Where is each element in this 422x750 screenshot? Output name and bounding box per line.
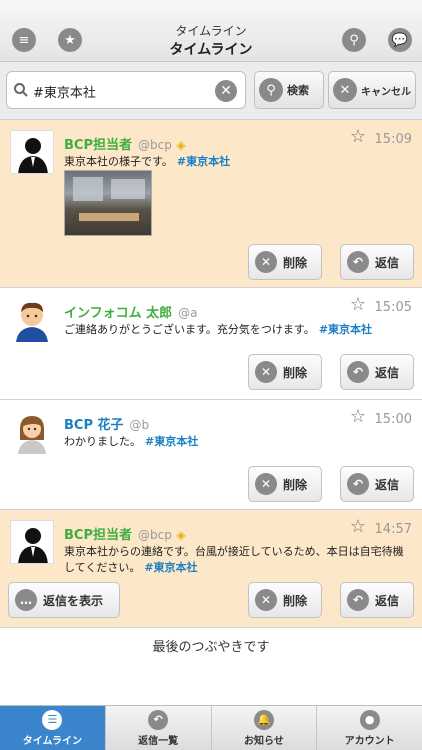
speech-bubble-icon: … (15, 589, 37, 611)
post-author[interactable]: BCP担当者 @bcp ◈ (64, 134, 186, 153)
post-photo[interactable] (64, 170, 152, 236)
reply-label: 返信 (375, 593, 400, 608)
post-time: 15:09 (374, 132, 412, 147)
favorite-star-icon[interactable]: ☆ (350, 516, 366, 537)
timeline-post: インフォコム 太郎 @a ☆ 15:05 ご連絡ありがとうございます。充分気をつけ… (0, 288, 422, 400)
reply-icon: ↶ (148, 709, 169, 730)
delete-label: 削除 (283, 477, 308, 492)
shield-icon: ◈ (176, 528, 186, 542)
post-author[interactable]: BCP担当者 @bcp ◈ (64, 524, 186, 543)
reply-icon: ↶ (347, 251, 369, 273)
post-hashtag[interactable]: #東京本社 (177, 155, 230, 168)
delete-label: 削除 (283, 255, 308, 270)
chat-icon[interactable]: 💬 (388, 28, 412, 52)
timeline-post: BCP 花子 @b ☆ 15:00 わかりました。 #東京本社 ✕ 削除 ↶ 返信 (0, 400, 422, 510)
post-body: 東京本社の様子です。 #東京本社 (64, 154, 414, 170)
favorite-star-icon[interactable]: ☆ (350, 294, 366, 315)
clear-search-icon[interactable]: ✕ (215, 80, 237, 102)
post-body: わかりました。 #東京本社 (64, 434, 414, 450)
end-of-timeline-note: 最後のつぶやきです (152, 640, 270, 655)
delete-icon: ✕ (255, 589, 277, 611)
post-author[interactable]: インフォコム 太郎 @a (64, 302, 198, 321)
search-icon: ⚲ (259, 78, 283, 102)
tab-timeline[interactable]: ☰ タイムライン (0, 706, 106, 750)
timeline-post: BCP担当者 @bcp ◈ ☆ 15:09 東京本社の様子です。 #東京本社 ✕ 削除… (0, 120, 422, 288)
cancel-button-label: キャンセル (361, 86, 411, 98)
avatar (10, 130, 54, 174)
reply-label: 返信 (375, 477, 400, 492)
bell-icon: 🔔 (253, 709, 274, 730)
post-body: ご連絡ありがとうございます。充分気をつけます。 #東京本社 (64, 322, 414, 338)
reply-button[interactable]: ↶ 返信 (340, 582, 414, 618)
author-name: BCP担当者 (64, 138, 132, 153)
close-icon: ✕ (333, 78, 357, 102)
search-icon[interactable]: ⚲ (342, 28, 366, 52)
search-button-label: 検索 (287, 84, 309, 97)
author-name: インフォコム 太郎 (64, 306, 173, 321)
post-hashtag[interactable]: #東京本社 (319, 323, 372, 336)
post-time: 14:57 (374, 522, 412, 537)
post-text: ご連絡ありがとうございます。充分気をつけます。 (64, 323, 315, 336)
delete-label: 削除 (283, 365, 308, 380)
author-handle: @b (129, 418, 150, 432)
magnifier-icon (14, 83, 28, 97)
delete-button[interactable]: ✕ 削除 (248, 582, 322, 618)
reply-label: 返信 (375, 255, 400, 270)
author-handle: @a (178, 306, 198, 320)
post-body: 東京本社からの連絡です。台風が接近しているため、本日は自宅待機してください。 #東… (64, 544, 414, 576)
reply-icon: ↶ (347, 589, 369, 611)
reply-icon: ↶ (347, 361, 369, 383)
avatar (10, 298, 54, 342)
search-value: #東京本社 (33, 86, 96, 101)
post-time: 15:00 (374, 412, 412, 427)
author-handle: @bcp (137, 138, 172, 152)
tab-notifications[interactable]: 🔔 お知らせ (212, 706, 318, 750)
tab-label: タイムライン (22, 735, 83, 747)
post-text: わかりました。 (64, 435, 141, 448)
tab-label: アカウント (344, 735, 395, 747)
favorite-star-icon[interactable]: ☆ (350, 406, 366, 427)
author-name: BCP 花子 (64, 418, 124, 433)
post-author[interactable]: BCP 花子 @b (64, 414, 149, 433)
show-replies-label: 返信を表示 (43, 593, 104, 608)
delete-label: 削除 (283, 593, 308, 608)
cancel-button[interactable]: ✕ キャンセル (328, 71, 416, 109)
delete-button[interactable]: ✕ 削除 (248, 354, 322, 390)
tab-label: 返信一覧 (138, 735, 179, 747)
tab-label: お知らせ (243, 735, 284, 747)
show-replies-button[interactable]: … 返信を表示 (8, 582, 120, 618)
post-hashtag[interactable]: #東京本社 (145, 435, 198, 448)
search-button[interactable]: ⚲ 検索 (254, 71, 324, 109)
app-header: ≡ ★ タイムライン タイムライン ⚲ 💬 (0, 0, 422, 62)
reply-label: 返信 (375, 365, 400, 380)
favorite-star-icon[interactable]: ☆ (350, 126, 366, 147)
delete-icon: ✕ (255, 251, 277, 273)
reply-button[interactable]: ↶ 返信 (340, 354, 414, 390)
tab-account[interactable]: ● アカウント (317, 706, 422, 750)
post-text: 東京本社の様子です。 (64, 155, 173, 168)
avatar (10, 410, 54, 454)
timeline-post: BCP担当者 @bcp ◈ ☆ 14:57 東京本社からの連絡です。台風が接近して… (0, 510, 422, 628)
delete-icon: ✕ (255, 361, 277, 383)
reply-button[interactable]: ↶ 返信 (340, 244, 414, 280)
delete-button[interactable]: ✕ 削除 (248, 466, 322, 502)
author-name: BCP担当者 (64, 528, 132, 543)
tab-replies[interactable]: ↶ 返信一覧 (106, 706, 212, 750)
tab-bar: ☰ タイムライン ↶ 返信一覧 🔔 お知らせ ● アカウント (0, 705, 422, 750)
author-handle: @bcp (137, 528, 172, 542)
shield-icon: ◈ (176, 138, 186, 152)
reply-button[interactable]: ↶ 返信 (340, 466, 414, 502)
reply-icon: ↶ (347, 473, 369, 495)
person-icon: ● (359, 709, 380, 730)
search-bar: #東京本社 ✕ ⚲ 検索 ✕ キャンセル (0, 62, 422, 120)
post-text: 東京本社からの連絡です。台風が接近しているため、本日は自宅待機してください。 (64, 545, 404, 574)
delete-icon: ✕ (255, 473, 277, 495)
post-hashtag[interactable]: #東京本社 (144, 561, 197, 574)
avatar (10, 520, 54, 564)
delete-button[interactable]: ✕ 削除 (248, 244, 322, 280)
search-input[interactable]: #東京本社 ✕ (6, 71, 246, 109)
post-time: 15:05 (374, 300, 412, 315)
list-icon: ☰ (42, 709, 63, 730)
